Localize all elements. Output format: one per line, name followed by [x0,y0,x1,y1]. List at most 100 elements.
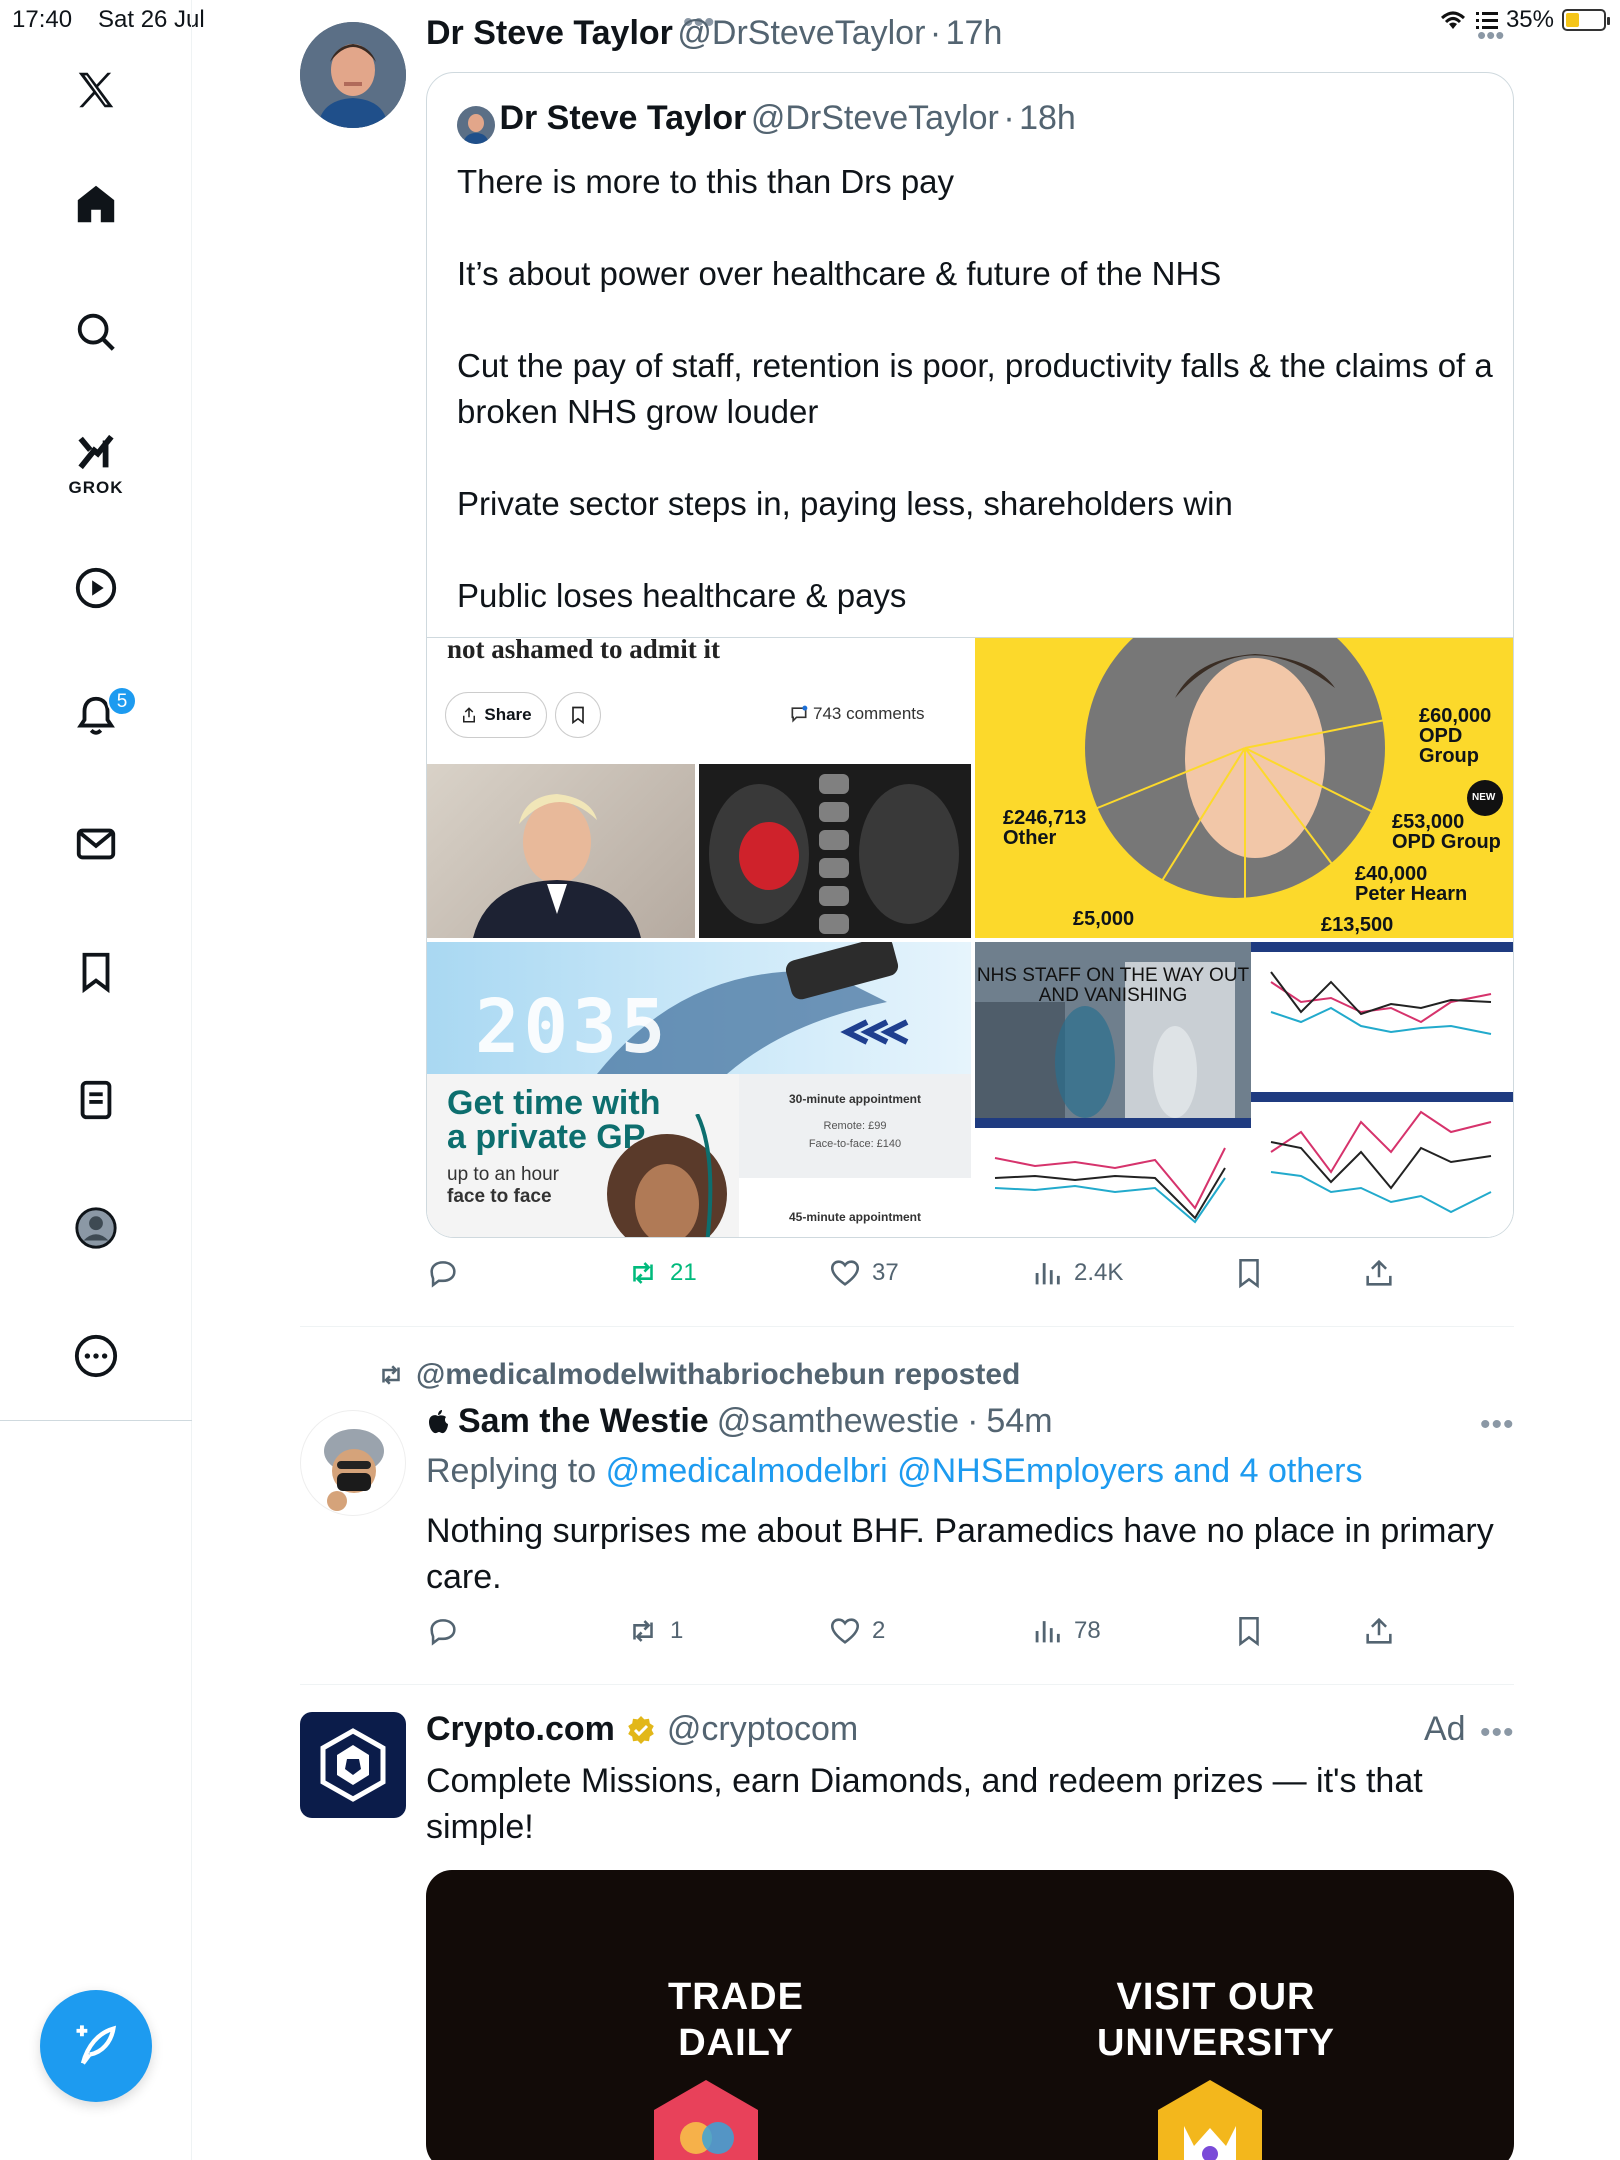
share-button[interactable] [1362,1614,1396,1648]
repost-count: 21 [670,1259,697,1286]
post-time[interactable]: 17h [946,14,1003,52]
post-text-line: simple! [426,1808,534,1846]
media-nhs-staff-charts[interactable]: NHS STAFF ON THE WAY OUT AND VANISHING [975,942,1513,1237]
grok-icon[interactable] [64,420,128,484]
media-article-screenshot[interactable]: not ashamed to admit it Share 743 commen… [427,638,971,938]
avatar[interactable] [300,1712,406,1818]
bookmark-button[interactable] [1232,1614,1266,1648]
repost-icon [382,1365,400,1385]
article-comments: 743 comments [789,704,925,724]
article-bookmark-button [555,692,601,738]
author-name[interactable]: Crypto.com [426,1710,615,1749]
grok-label: GROK [68,478,124,497]
sidebar: GROK 5 [0,0,192,2160]
more-options-icon[interactable]: ••• [1480,1716,1515,1750]
views-chart-icon [1035,1263,1060,1285]
gp-price-face: Face-to-face: £140 [808,1138,902,1150]
like-button[interactable]: 2 [828,1614,885,1648]
nhs-chart-bottom-left [975,1118,1251,1237]
home-icon[interactable] [64,172,128,236]
repost-icon [633,1262,653,1284]
author-handle[interactable]: @cryptocom [667,1710,858,1749]
quoted-post-card[interactable]: Dr Steve Taylor @DrSteveTaylor · 18h The… [426,72,1514,1238]
post-time[interactable]: 54m [986,1402,1052,1441]
replying-to-links[interactable]: @medicalmodelbri @NHSEmployers and 4 oth… [606,1452,1363,1490]
sidebar-divider [0,1420,192,1421]
quote-time: 18h [1019,99,1076,137]
like-count: 2 [872,1617,886,1644]
quote-author-handle[interactable]: @DrSteveTaylor [751,99,999,137]
post2-actions: 1 2 78 [426,1614,1426,1660]
notification-badge: 5 [107,686,137,716]
more-dots-top-right[interactable]: ••• [1477,20,1504,51]
crypto-logo-icon [320,1728,386,1802]
media-private-gp-ad[interactable]: 2035 Get time with a private GP up to an … [427,942,971,1237]
ad-media-card[interactable]: TRADE DAILY VISIT OUR UNIVERSITY [426,1870,1514,2160]
share-icon [1366,1259,1392,1286]
media-donations-graphic[interactable]: £60,000 OPD Group £246,713 Other NEW £53,00… [975,638,1513,938]
like-button[interactable]: 37 [828,1256,899,1290]
more-options-icon[interactable]: ••• [1480,1408,1515,1442]
university-badge-icon [1158,2080,1262,2160]
replying-prefix: Replying to [426,1452,597,1490]
quote-paragraph: Private sector steps in, paying less, sh… [457,485,1233,522]
author-handle[interactable]: @DrSteveTaylor [677,14,925,52]
nhs-chart-top-right [1251,942,1513,1092]
avatar[interactable] [300,22,406,128]
repost-button[interactable]: 1 [626,1614,683,1648]
nhs-chart-bottom-right [1251,1092,1513,1237]
share-button[interactable] [1362,1256,1396,1290]
gp-price-remote: Remote: £99 [823,1120,887,1132]
article-photo-xray [699,764,971,938]
repost-header[interactable]: @medicalmodelwithabriochebun reposted [376,1358,1020,1392]
gp-left-panel: Get time with a private GP up to an hour f… [427,1074,739,1237]
gp-appt-30: 30-minute appointment [788,1092,921,1106]
profile-icon[interactable] [64,1196,128,1260]
list-icon[interactable] [64,1068,128,1132]
author-name[interactable]: Sam the Westie [458,1402,709,1441]
article-share-button: Share [445,692,547,738]
article-share-label: Share [484,705,532,724]
quote-paragraph: There is more to this than Drs pay [457,163,955,200]
bookmark-icon [1239,1616,1259,1647]
repost-button[interactable]: 21 [626,1256,697,1290]
post-separator [300,1326,1514,1327]
reply-button[interactable] [426,1256,460,1290]
search-icon[interactable] [64,300,128,364]
gp-appt-45: 45-minute appointment [788,1210,921,1224]
donation-label: £53,000 OPD Group [1392,811,1501,853]
views-chart-icon [1035,1621,1060,1643]
gp-headline: Get time with a private GP [447,1084,661,1156]
mail-icon[interactable] [64,812,128,876]
donation-label: £246,713 Other [1003,807,1087,849]
bookmark-icon[interactable] [64,940,128,1004]
donation-label: £13,500 [1321,914,1394,936]
x-logo-icon[interactable] [64,58,128,122]
nhs-photo: NHS STAFF ON THE WAY OUT AND VANISHING [975,942,1251,1118]
author-name[interactable]: Dr Steve Taylor [426,14,673,52]
quote-author-name[interactable]: Dr Steve Taylor [499,99,746,137]
video-play-icon[interactable] [64,556,128,620]
article-comments-label: 743 comments [813,704,925,723]
bookmark-icon [1239,1258,1259,1289]
more-icon[interactable] [64,1324,128,1388]
share-icon [463,707,476,723]
avatar[interactable] [300,1410,406,1516]
bookmark-icon [572,706,584,725]
media-grid[interactable]: not ashamed to admit it Share 743 commen… [427,637,1513,1237]
author-handle[interactable]: @samthewestie [717,1402,959,1441]
heart-icon [830,1618,860,1644]
views-button[interactable]: 78 [1030,1614,1101,1648]
compose-button[interactable] [40,1990,152,2102]
donation-label: £5,000 [1073,908,1135,930]
bookmark-button[interactable] [1232,1256,1266,1290]
gp-year: 2035 [475,984,670,1070]
views-button[interactable]: 2.4K [1030,1256,1123,1290]
donation-label: £60,000 OPD Group [1419,705,1492,767]
gp-prices-panel: 30-minute appointment Remote: £99 Face-t… [739,1074,971,1237]
article-photo-person [427,764,695,938]
view-count: 78 [1074,1617,1101,1644]
heart-icon [830,1260,860,1286]
reply-button[interactable] [426,1614,460,1648]
repost-count: 1 [670,1617,684,1644]
